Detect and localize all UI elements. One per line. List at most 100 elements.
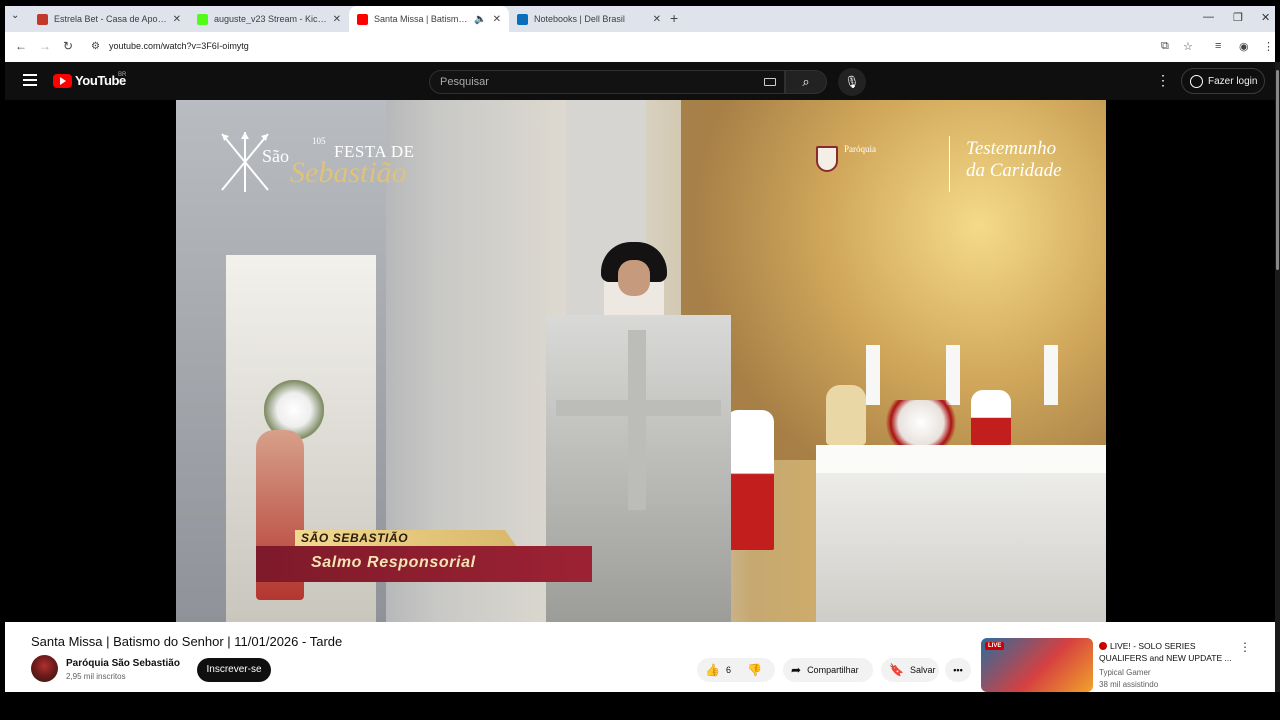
priest-figure xyxy=(826,385,866,445)
search-icon: ⌕ xyxy=(802,74,810,89)
save-label: Salvar xyxy=(909,665,936,675)
subscriber-count: 2,95 mil inscritos xyxy=(66,672,126,681)
logo-sebastiao: Sebastião xyxy=(290,156,407,189)
more-actions-label: ••• xyxy=(953,665,963,675)
minimize-icon[interactable]: — xyxy=(1203,11,1214,23)
site-info-icon[interactable]: ⚙ xyxy=(91,41,100,52)
screen: ⌄ Estrela Bet - Casa de Aposta Esp ✕ aug… xyxy=(0,0,1280,720)
lower-third-tag: SÃO SEBASTIÃO xyxy=(295,530,516,546)
parish-shield-icon xyxy=(816,146,838,172)
youtube-favicon-icon xyxy=(357,13,368,25)
tab-title: Estrela Bet - Casa de Aposta Esp xyxy=(54,14,167,24)
share-label: Compartilhar xyxy=(807,665,859,675)
favicon-icon xyxy=(517,13,528,25)
search-input[interactable]: Pesquisar xyxy=(429,70,785,94)
like-icon[interactable]: 👍 xyxy=(705,663,720,677)
bookmark-star-icon[interactable]: ☆ xyxy=(1183,40,1193,53)
microphone-icon: 🎙 xyxy=(844,75,860,89)
youtube-header: YouTube BR Pesquisar ⌕ 🎙 ⋮ Fazer login xyxy=(5,62,1275,100)
speaker-icon[interactable]: 🔈 xyxy=(474,14,486,25)
recommended-video-thumbnail[interactable]: LIVE xyxy=(981,638,1093,692)
tab-close-icon[interactable]: ✕ xyxy=(653,14,661,25)
pulpit-cross xyxy=(556,400,721,416)
tab-search-icon[interactable]: ⌄ xyxy=(11,10,19,21)
search-button[interactable]: ⌕ xyxy=(785,70,827,94)
logo-divider xyxy=(949,136,950,192)
altar-server-figure xyxy=(971,390,1011,445)
browser-toolbar: ← → ↻ ⚙ youtube.com/watch?v=3F6I-oimytg … xyxy=(5,32,1275,62)
tab-kick-stream[interactable]: auguste_v23 Stream - Kick Dash ✕ xyxy=(189,6,349,32)
lower-third-bar: Salmo Responsorial xyxy=(256,546,592,582)
close-window-icon[interactable]: ✕ xyxy=(1261,11,1270,24)
video-title: Santa Missa | Batismo do Senhor | 11/01/… xyxy=(31,634,343,649)
restore-icon[interactable]: ❐ xyxy=(1233,11,1243,24)
back-icon[interactable]: ← xyxy=(15,39,27,53)
scrollbar-thumb[interactable] xyxy=(1276,70,1279,270)
share-icon: ➦ xyxy=(791,663,802,677)
tab-close-icon[interactable]: ✕ xyxy=(333,14,341,25)
reload-icon[interactable]: ↻ xyxy=(63,39,73,53)
logo-paroquia: Paróquia xyxy=(844,144,876,154)
candle xyxy=(866,345,880,405)
live-badge: LIVE xyxy=(985,642,1005,650)
lower-third-title: Salmo Responsorial xyxy=(311,554,476,571)
more-actions-button[interactable]: ••• xyxy=(945,658,971,682)
dislike-icon[interactable]: 👎 xyxy=(747,663,762,677)
tab-dell[interactable]: Notebooks | Dell Brasil ✕ xyxy=(509,6,669,32)
youtube-logo[interactable]: YouTube xyxy=(53,73,126,88)
browser-menu-icon[interactable]: ⋮ xyxy=(1263,40,1274,53)
keyboard-icon[interactable] xyxy=(764,78,776,86)
youtube-play-icon xyxy=(53,73,72,88)
new-tab-icon[interactable]: + xyxy=(670,10,678,26)
login-button[interactable]: Fazer login xyxy=(1181,68,1265,94)
altar-flowers xyxy=(876,400,966,445)
share-button[interactable]: ➦ Compartilhar xyxy=(783,658,873,682)
tab-santa-missa[interactable]: Santa Missa | Batismo do Senhor 🔈 ✕ xyxy=(349,6,509,32)
login-label: Fazer login xyxy=(1208,75,1258,87)
lower-third-tag-text: SÃO SEBASTIÃO xyxy=(301,531,409,545)
settings-more-icon[interactable]: ⋮ xyxy=(1156,72,1170,89)
altar-server-figure xyxy=(726,410,774,550)
voice-search-button[interactable]: 🎙 xyxy=(838,68,866,96)
install-app-icon[interactable]: ⧉ xyxy=(1161,40,1169,53)
recommended-video-title[interactable]: LIVE! - SOLO SERIES QUALIFERS and NEW UP… xyxy=(1099,640,1237,664)
festa-logo: São 105 FESTA DE Sebastião xyxy=(216,130,446,194)
country-code: BR xyxy=(118,72,127,78)
candle xyxy=(1044,345,1058,405)
logo-sao: São xyxy=(262,146,289,166)
forward-icon[interactable]: → xyxy=(39,39,51,53)
menu-icon[interactable] xyxy=(23,74,37,86)
video-player[interactable]: São 105 FESTA DE Sebastião Paróquia Test… xyxy=(176,100,1106,622)
favicon-icon xyxy=(37,13,48,25)
video-info-panel: Santa Missa | Batismo do Senhor | 11/01/… xyxy=(5,622,1275,692)
recommended-channel[interactable]: Typical Gamer xyxy=(1099,668,1151,677)
pulpit-cross xyxy=(628,330,646,510)
tab-title: Santa Missa | Batismo do Senhor xyxy=(374,14,468,24)
recommended-viewers: 38 mil assistindo xyxy=(1099,680,1159,689)
like-count: 6 xyxy=(725,665,731,675)
browser-tab-strip: ⌄ Estrela Bet - Casa de Aposta Esp ✕ aug… xyxy=(5,6,1275,32)
subscribe-button[interactable]: Inscrever-se xyxy=(197,658,271,682)
live-dot-icon xyxy=(1099,642,1107,650)
tab-title: Notebooks | Dell Brasil xyxy=(534,14,625,24)
channel-avatar[interactable] xyxy=(31,655,58,682)
recommended-more-icon[interactable]: ⋮ xyxy=(1239,640,1251,654)
tab-estrela-bet[interactable]: Estrela Bet - Casa de Aposta Esp ✕ xyxy=(29,6,189,32)
save-icon: 🔖 xyxy=(889,663,904,677)
profile-icon[interactable]: ◉ xyxy=(1239,40,1249,53)
altar-cloth xyxy=(816,445,1106,473)
logo-edition-number: 105 xyxy=(312,136,326,146)
tab-title: auguste_v23 Stream - Kick Dash xyxy=(214,14,327,24)
logo-caridade: da Caridade xyxy=(966,160,1062,181)
candle xyxy=(946,345,960,405)
tab-close-icon[interactable]: ✕ xyxy=(173,14,181,25)
like-dislike-group: 👍 6 👎 xyxy=(697,658,775,682)
address-bar[interactable]: youtube.com/watch?v=3F6I-oimytg xyxy=(109,41,249,51)
account-icon xyxy=(1190,74,1203,88)
search-placeholder: Pesquisar xyxy=(440,76,489,88)
tab-close-icon[interactable]: ✕ xyxy=(493,14,501,25)
recommended-title-text: LIVE! - SOLO SERIES QUALIFERS and NEW UP… xyxy=(1099,641,1232,663)
media-control-icon[interactable]: ≡ xyxy=(1215,40,1221,52)
channel-name[interactable]: Paróquia São Sebastião xyxy=(66,658,180,669)
save-button[interactable]: 🔖 Salvar xyxy=(881,658,939,682)
